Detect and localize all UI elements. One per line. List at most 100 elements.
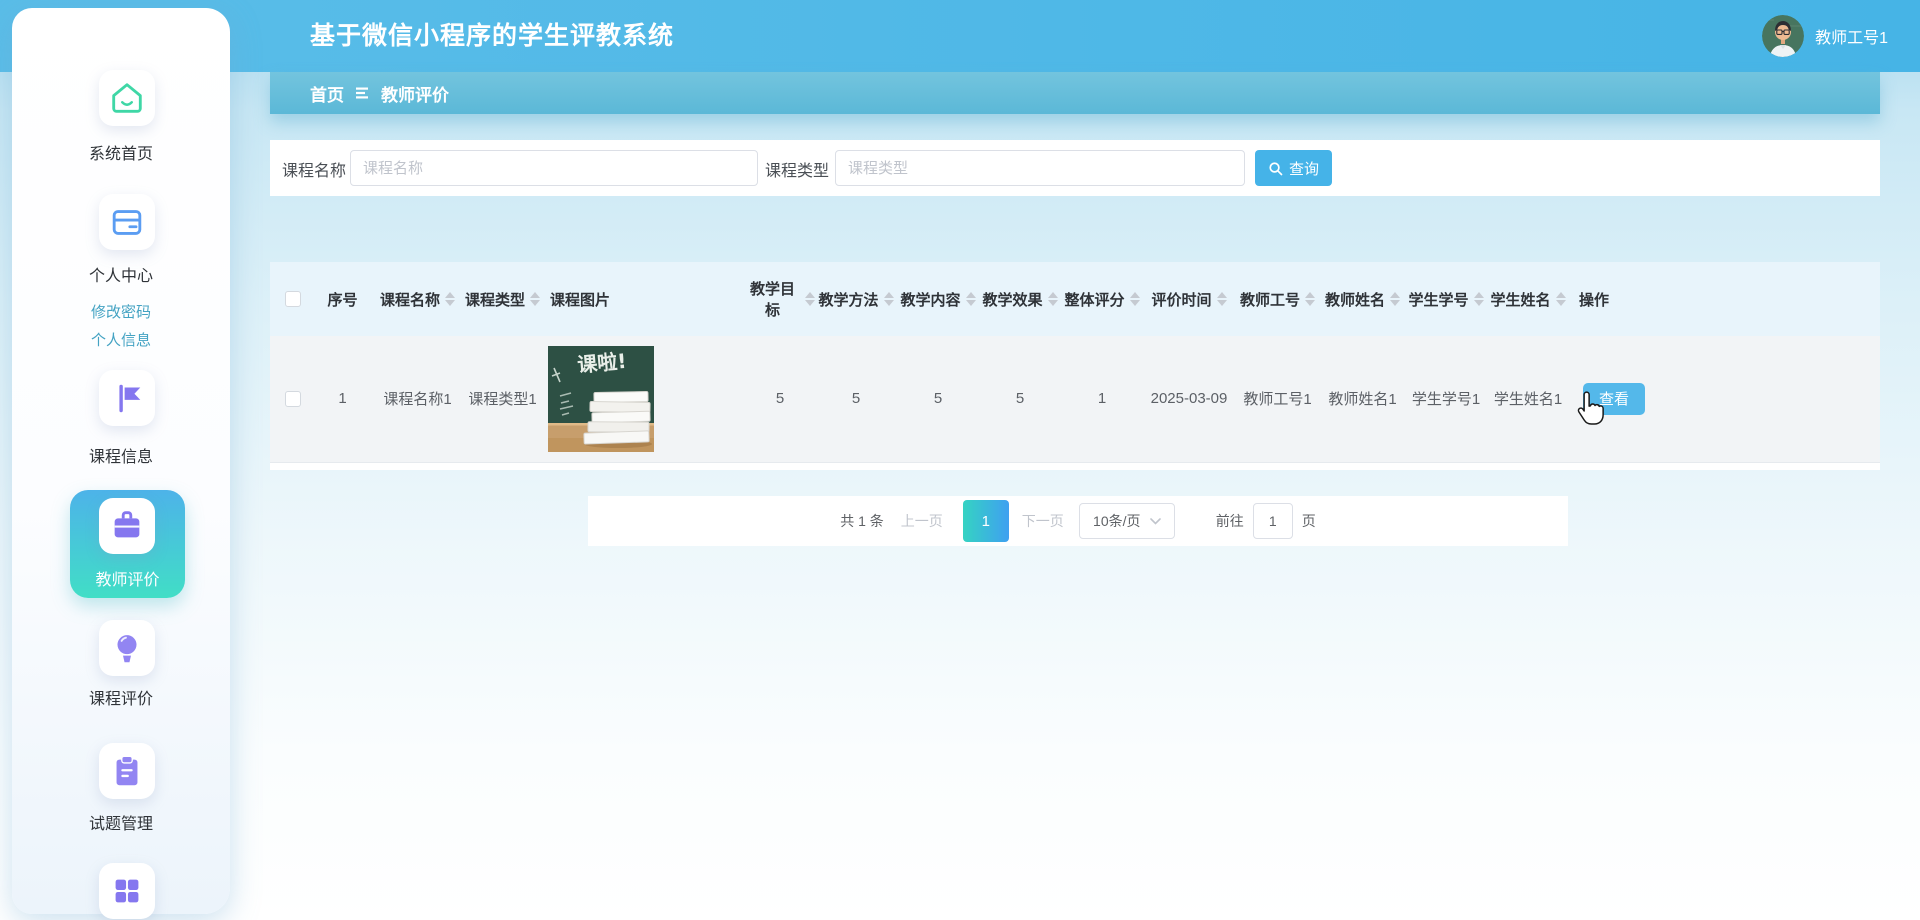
sidebar-item-question-mgmt[interactable]: [99, 743, 155, 799]
sort-caret-icon[interactable]: [1555, 292, 1566, 306]
data-table: 序号 课程名称 课程类型 课程图片 教学目标 教学方法 教学内容 教学效果 整体评分 评价时间 教师…: [270, 262, 1880, 470]
user-info[interactable]: 教师工号1: [1762, 0, 1888, 72]
column-label: 整体评分: [1064, 291, 1125, 309]
column-label: 序号: [327, 291, 358, 309]
sidebar-item-course-eval[interactable]: [99, 620, 155, 676]
search-toolbar: 课程名称 课程类型 查询: [270, 140, 1880, 196]
sidebar-active-icon-card: [99, 498, 155, 554]
sidebar-item-profile[interactable]: [99, 194, 155, 250]
column-header-teaching_goal[interactable]: 教学目标: [745, 262, 815, 336]
breadcrumb-home[interactable]: 首页: [310, 81, 344, 106]
column-header-course_name[interactable]: 课程名称: [370, 262, 465, 336]
mouse-cursor: [1577, 391, 1604, 425]
course-type-label: 课程类型: [765, 163, 830, 180]
column-label: 教师工号: [1239, 291, 1300, 309]
next-page-button[interactable]: 下一页: [1022, 511, 1064, 531]
column-label: 课程名称: [379, 291, 440, 309]
sidebar-subitem-change-password[interactable]: 修改密码: [12, 301, 230, 322]
select-all-checkbox[interactable]: [284, 291, 301, 307]
app-header: 基于微信小程序的学生评教系统 教师工号1: [0, 0, 1920, 72]
sort-caret-icon[interactable]: [1216, 292, 1227, 306]
cell-course_image: 课啦!: [540, 336, 745, 463]
column-header-student_name[interactable]: 学生姓名: [1487, 262, 1569, 336]
sidebar-item-question-mgmt-label[interactable]: 试题管理: [12, 810, 230, 834]
column-label: 操作: [1579, 291, 1610, 309]
sidebar-item-more[interactable]: [99, 863, 155, 919]
column-header-overall_score[interactable]: 整体评分: [1061, 262, 1143, 336]
sort-caret-icon[interactable]: [445, 292, 455, 306]
column-label: 教学效果: [982, 291, 1043, 309]
sort-caret-icon[interactable]: [805, 292, 815, 306]
cell-course_type: 课程类型1: [465, 336, 540, 463]
cell-teaching_effect: 5: [979, 336, 1061, 463]
course-name-label: 课程名称: [282, 163, 347, 180]
prev-page-button[interactable]: 上一页: [901, 511, 943, 531]
breadcrumb-separator-icon: [356, 87, 368, 99]
briefcase-icon: [114, 511, 140, 538]
card-icon: [112, 210, 142, 235]
app: 基于微信小程序的学生评教系统 教师工号1 系统首页 个人中心 修改密码 个人信息…: [0, 0, 1920, 920]
app-title: 基于微信小程序的学生评教系统: [310, 22, 675, 50]
column-header-course_type[interactable]: 课程类型: [465, 262, 540, 336]
column-header-teacher_name[interactable]: 教师姓名: [1320, 262, 1405, 336]
column-header-teaching_method[interactable]: 教学方法: [815, 262, 897, 336]
column-label: 课程类型: [465, 291, 526, 309]
course-image: 课啦!: [548, 345, 654, 452]
goto-page-input[interactable]: [1252, 503, 1293, 539]
column-header-student_id[interactable]: 学生学号: [1405, 262, 1487, 336]
sidebar-item-course-info[interactable]: [99, 370, 155, 426]
column-header-select: [270, 262, 315, 336]
flag-icon: [119, 384, 141, 413]
cell-eval_time: 2025-03-09: [1143, 336, 1235, 463]
current-page-button[interactable]: 1: [962, 500, 1009, 542]
sidebar-item-course-info-label[interactable]: 课程信息: [12, 443, 230, 467]
bulb-icon: [117, 635, 137, 663]
breadcrumb-current: 教师评价: [381, 85, 449, 105]
search-icon: [1269, 161, 1283, 175]
page-size-value: 10条/页: [1093, 513, 1141, 529]
sidebar-item-teacher-eval[interactable]: 教师评价: [70, 490, 185, 598]
page-size-select[interactable]: 10条/页: [1078, 503, 1175, 539]
sort-caret-icon[interactable]: [1390, 292, 1400, 306]
course-type-input[interactable]: [835, 150, 1245, 186]
cell-student_id: 学生学号1: [1405, 336, 1487, 463]
sidebar-item-home[interactable]: [99, 70, 155, 126]
sort-caret-icon[interactable]: [1047, 292, 1058, 306]
column-label: 学生姓名: [1490, 291, 1551, 309]
sidebar-item-profile-label[interactable]: 个人中心: [12, 262, 230, 286]
avatar[interactable]: [1762, 15, 1805, 57]
chevron-down-icon: [1149, 517, 1161, 525]
row-checkbox[interactable]: [284, 390, 301, 407]
sort-caret-icon[interactable]: [883, 292, 894, 306]
cell-overall_score: 1: [1061, 336, 1143, 463]
pagination: 共 1 条 上一页 1 下一页 10条/页 前往 页: [588, 496, 1568, 546]
sidebar-item-teacher-eval-label[interactable]: 教师评价: [70, 566, 185, 590]
course-name-input[interactable]: [350, 150, 758, 186]
sidebar-item-home-label[interactable]: 系统首页: [12, 140, 230, 164]
column-header-teaching_effect[interactable]: 教学效果: [979, 262, 1061, 336]
column-header-teacher_id[interactable]: 教师工号: [1235, 262, 1320, 336]
column-label: 教学方法: [818, 291, 879, 309]
column-label: 评价时间: [1151, 291, 1212, 309]
sort-caret-icon[interactable]: [965, 292, 976, 306]
table-header-row: 序号 课程名称 课程类型 课程图片 教学目标 教学方法 教学内容 教学效果 整体评分 评价时间 教师…: [270, 262, 1880, 336]
column-header-eval_time[interactable]: 评价时间: [1143, 262, 1235, 336]
sidebar-subitem-personal-info[interactable]: 个人信息: [12, 329, 230, 350]
grid-icon: [115, 879, 139, 903]
sidebar: 系统首页 个人中心 修改密码 个人信息 课程信息 教师评价 课程评价 试题管理: [12, 8, 230, 919]
column-header-teaching_content[interactable]: 教学内容: [897, 262, 979, 336]
sort-caret-icon[interactable]: [1129, 292, 1140, 306]
sort-caret-icon[interactable]: [1473, 292, 1484, 306]
sidebar-item-course-eval-label[interactable]: 课程评价: [12, 685, 230, 709]
sort-caret-icon[interactable]: [1305, 292, 1315, 306]
column-label: 课程图片: [550, 291, 611, 309]
cell-teacher_id: 教师工号1: [1235, 336, 1320, 463]
column-label: 教师姓名: [1324, 291, 1385, 309]
sort-caret-icon[interactable]: [530, 292, 540, 306]
cell-student_name: 学生姓名1: [1487, 336, 1569, 463]
cell-teacher_name: 教师姓名1: [1320, 336, 1405, 463]
total-count: 共 1 条: [840, 513, 884, 529]
cell-teaching_method: 5: [815, 336, 897, 463]
query-button[interactable]: 查询: [1255, 150, 1332, 186]
breadcrumb: 首页 教师评价: [270, 72, 1880, 114]
